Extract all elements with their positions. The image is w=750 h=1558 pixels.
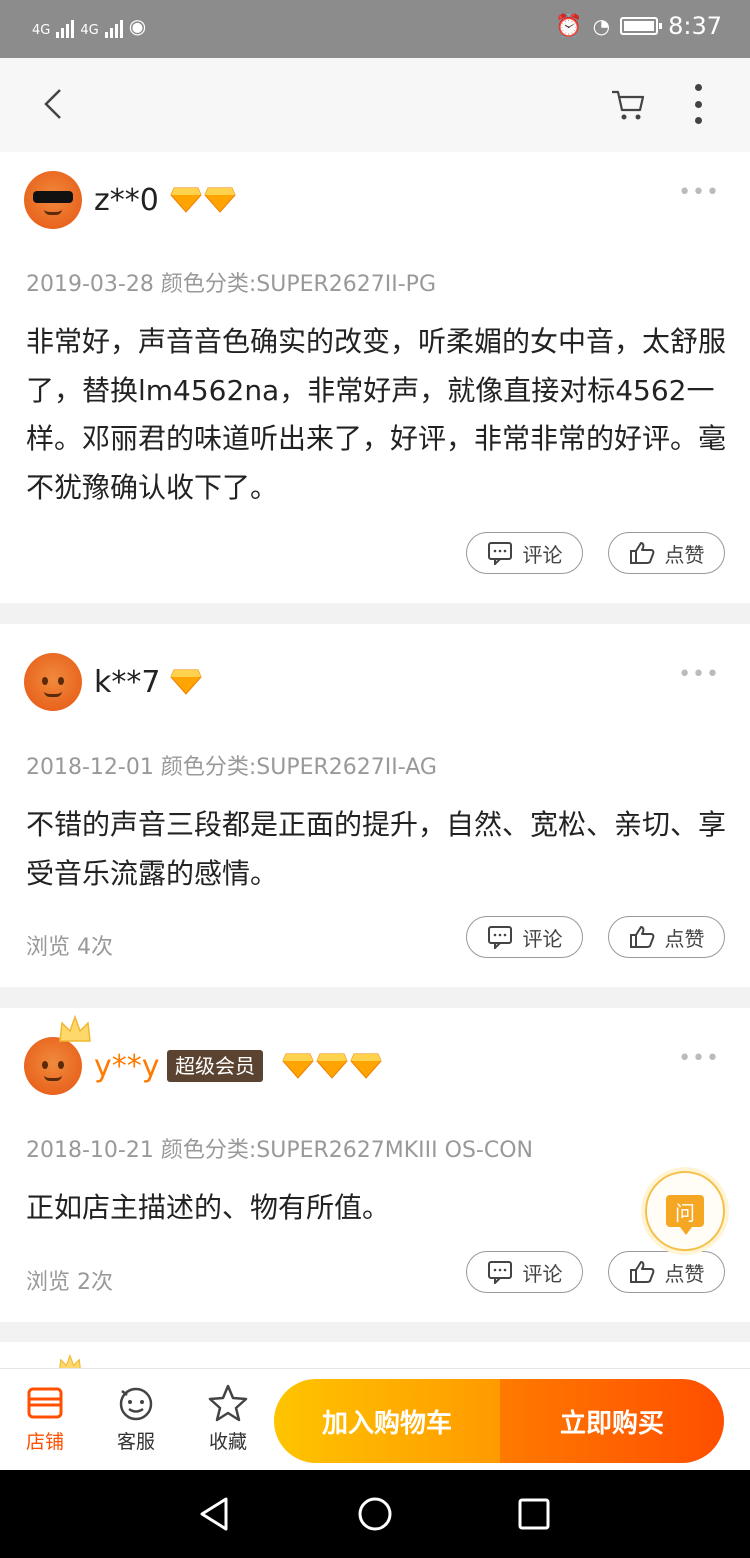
buy-now-button[interactable]: 立即购买 (500, 1379, 724, 1463)
like-button[interactable]: 点赞 (608, 532, 725, 574)
comment-button[interactable]: 评论 (466, 532, 583, 574)
thumbs-up-icon (629, 542, 654, 564)
signal-bars-icon (104, 16, 123, 38)
signal-indicators: 4G 4G ◉ (32, 14, 146, 38)
gem-rating (170, 187, 236, 213)
super-member-badge: 超级会员 (167, 1050, 263, 1082)
comment-button[interactable]: 评论 (466, 1251, 583, 1293)
gem-icon (170, 187, 202, 213)
nav-back-icon[interactable] (196, 1496, 232, 1532)
like-button[interactable]: 点赞 (608, 916, 725, 958)
gem-icon (316, 1053, 348, 1079)
review-card: z**0 ••• 2019-03-28 颜色分类:SUPER2627II-PG … (0, 152, 750, 603)
gem-icon (282, 1053, 314, 1079)
gem-rating (170, 669, 202, 695)
battery-icon (620, 17, 663, 35)
status-bar: 4G 4G ◉ ⏰ ◔ 8:37 (0, 0, 750, 58)
avatar[interactable] (24, 653, 82, 711)
review-username[interactable]: y**y (94, 1049, 160, 1084)
alarm-icon: ⏰ (555, 13, 583, 39)
add-to-cart-button[interactable]: 加入购物车 (274, 1379, 500, 1463)
signal-bars-icon (56, 16, 75, 38)
avatar[interactable] (24, 171, 82, 229)
nav-recents-icon[interactable] (516, 1496, 552, 1532)
avatar[interactable] (24, 1015, 91, 1095)
comment-label: 评论 (522, 1261, 563, 1286)
gem-icon (204, 187, 236, 213)
nav-home-icon[interactable] (357, 1496, 393, 1532)
tab-label: 收藏 (208, 1431, 247, 1453)
tab-label: 店铺 (25, 1431, 64, 1453)
crown-icon (59, 1015, 91, 1042)
view-count: 浏览 4次 (26, 935, 113, 960)
ask-icon: 问 (666, 1195, 704, 1235)
top-nav-bar (0, 58, 750, 152)
review-more-icon[interactable]: ••• (678, 180, 720, 205)
view-count: 浏览 2次 (26, 1270, 113, 1295)
system-nav-bar (0, 1470, 750, 1558)
gem-rating (282, 1053, 382, 1079)
review-meta: 2018-10-21 颜色分类:SUPER2627MKIII OS-CON (26, 1138, 533, 1163)
review-username[interactable]: k**7 (94, 665, 160, 700)
review-content: 正如店主描述的、物有所值。 (26, 1191, 391, 1224)
thumbs-up-icon (629, 926, 654, 948)
tab-favorite[interactable]: 收藏 (198, 1383, 258, 1454)
comment-button[interactable]: 评论 (466, 916, 583, 958)
store-icon (27, 1387, 63, 1419)
star-icon (208, 1384, 248, 1422)
speed-icon: ◔ (592, 14, 611, 38)
review-card: y**y 超级会员 ••• 2018-10-21 颜色分类:SUPER2627M… (0, 1008, 750, 1322)
customer-service-icon (119, 1387, 153, 1421)
tab-label: 客服 (116, 1431, 155, 1453)
review-content: 不错的声音三段都是正面的提升，自然、宽松、亲切、享受音乐流露的感情。 (26, 808, 727, 890)
bottom-action-bar: 店铺 客服 收藏 加入购物车 立即购买 (0, 1368, 750, 1470)
status-time: 8:37 (668, 12, 722, 40)
review-content: 非常好，声音音色确实的改变，听柔媚的女中音，太舒服了，替换lm4562na，非常… (26, 325, 727, 504)
review-more-icon[interactable]: ••• (678, 1046, 720, 1071)
review-username[interactable]: z**0 (94, 183, 159, 218)
ask-question-button[interactable]: 问 (645, 1171, 725, 1251)
review-meta: 2019-03-28 颜色分类:SUPER2627II-PG (26, 272, 436, 297)
back-arrow-icon[interactable] (40, 86, 68, 122)
review-meta: 2018-12-01 颜色分类:SUPER2627II-AG (26, 755, 437, 780)
tab-store[interactable]: 店铺 (15, 1383, 75, 1454)
notification-icon: ◉ (128, 14, 147, 38)
comment-icon (487, 1261, 512, 1284)
more-options-icon[interactable] (690, 84, 706, 124)
review-card: k**7 ••• 2018-12-01 颜色分类:SUPER2627II-AG … (0, 624, 750, 987)
review-more-icon[interactable]: ••• (678, 662, 720, 687)
comment-label: 评论 (522, 926, 563, 951)
like-button[interactable]: 点赞 (608, 1251, 725, 1293)
like-label: 点赞 (664, 542, 705, 567)
cart-icon[interactable] (610, 88, 646, 122)
signal-label-1: 4G (32, 23, 51, 38)
comment-label: 评论 (522, 542, 563, 567)
thumbs-up-icon (629, 1261, 654, 1283)
like-label: 点赞 (664, 1261, 705, 1286)
comment-icon (487, 926, 512, 949)
tab-customer-service[interactable]: 客服 (106, 1383, 166, 1454)
signal-label-2: 4G (80, 23, 99, 38)
like-label: 点赞 (664, 926, 705, 951)
gem-icon (350, 1053, 382, 1079)
comment-icon (487, 542, 512, 565)
gem-icon (170, 669, 202, 695)
status-right: ⏰ ◔ 8:37 (555, 12, 722, 40)
